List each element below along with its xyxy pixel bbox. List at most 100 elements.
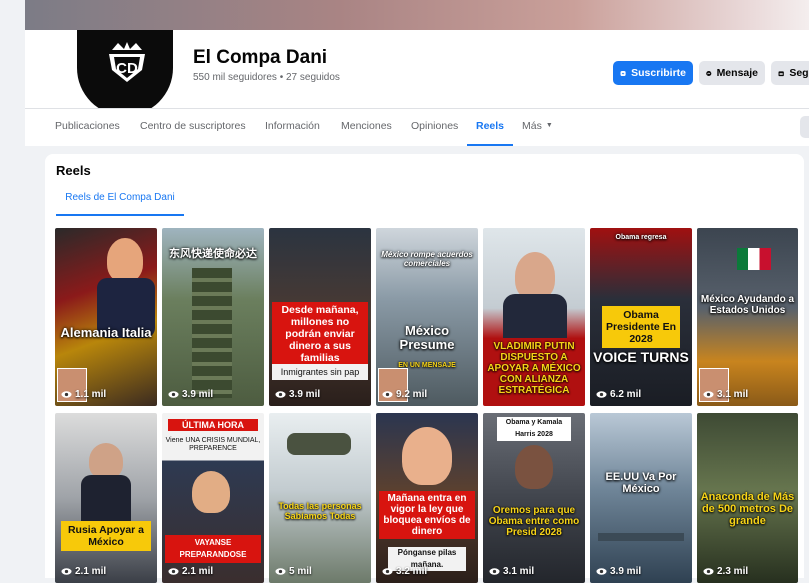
person-thumbnail (89, 443, 123, 479)
eye-icon (382, 391, 393, 398)
more-options-button[interactable]: ··· (800, 116, 809, 138)
reel-card[interactable]: ÚLTIMA HORA Viene UNA CRISIS MUNDIAL, PR… (162, 413, 264, 583)
person-thumbnail (515, 445, 553, 489)
eye-icon (168, 568, 179, 575)
reel-card[interactable]: Anaconda de Más de 500 metros De grande … (697, 413, 798, 583)
reels-grid: Alemania Italia 1.1 mil 东风快递使命必达 3.9 mil… (55, 228, 803, 583)
eye-icon (61, 568, 72, 575)
tab-menciones[interactable]: Menciones (341, 109, 392, 146)
reel-views-count: 5 mil (289, 566, 312, 577)
profile-name: El Compa Dani (193, 47, 328, 68)
suit-thumbnail (503, 294, 567, 338)
reel-caption: Todas las personas Sabíamos Todas (278, 501, 362, 521)
tab-reels[interactable]: Reels (467, 109, 513, 146)
eye-icon (275, 568, 286, 575)
reel-caption: ÚLTIMA HORA (168, 419, 258, 431)
reel-header: Viene UNA CRISIS MUNDIAL, PREPARENCE (165, 437, 261, 452)
tab-informacion[interactable]: Información (265, 109, 320, 146)
tab-publicaciones[interactable]: Publicaciones (55, 109, 120, 146)
mexico-flag-icon (737, 248, 771, 270)
tab-opiniones[interactable]: Opiniones (411, 109, 458, 146)
reel-card[interactable]: Rusia Apoyar a México 2.1 mil (55, 413, 157, 583)
eye-icon (703, 568, 714, 575)
reel-views-count: 2.3 mil (717, 566, 749, 577)
reel-views-count: 3.9 mil (289, 389, 321, 400)
tab-centro-suscriptores[interactable]: Centro de suscriptores (140, 109, 246, 146)
reel-views-count: 3.1 mil (503, 566, 535, 577)
reel-header: Obama y Kamala Harris 2028 (497, 417, 571, 441)
message-label: Mensaje (716, 67, 758, 79)
cover-photo (25, 0, 809, 30)
eye-icon (168, 391, 179, 398)
reel-views: 2.3 mil (703, 566, 748, 577)
message-button[interactable]: Mensaje (699, 61, 765, 85)
reel-card[interactable]: Alemania Italia 1.1 mil (55, 228, 157, 406)
reel-views-count: 2.1 mil (182, 566, 214, 577)
follow-label: Seguir (789, 67, 809, 79)
reel-card[interactable]: Todas las personas Sabíamos Todas 5 mil (269, 413, 371, 583)
reel-card[interactable]: Obama y Kamala Harris 2028 Oremos para q… (483, 413, 585, 583)
reel-caption: VLADIMIR PUTIN DISPUESTO A APOYAR A MÉXI… (487, 341, 581, 396)
person-thumbnail (515, 252, 555, 300)
reel-views-count: 3.2 mil (396, 566, 428, 577)
reel-views-count: 9.2 mil (396, 389, 428, 400)
reel-subcaption: VOICE TURNS (593, 349, 689, 365)
reel-card[interactable]: México Ayudando a Estados Unidos 3.1 mil (697, 228, 798, 406)
reel-views-count: 3.1 mil (717, 389, 749, 400)
reel-views: 6.2 mil (596, 389, 641, 400)
profile-stats: 550 mil seguidores • 27 seguidos (193, 72, 340, 83)
reel-views: 3.9 mil (596, 566, 641, 577)
person-thumbnail (402, 427, 452, 485)
reel-caption: Mañana entra en vigor la ley que bloquea… (379, 491, 475, 539)
profile-header: CD El Compa Dani 550 mil seguidores • 27… (25, 30, 809, 120)
tab-mas[interactable]: Más ▼ (522, 109, 553, 146)
reel-views: 3.2 mil (382, 566, 427, 577)
reel-views: 5 mil (275, 566, 312, 577)
reel-caption: Obama Presidente En 2028 (602, 306, 680, 348)
tab-mas-label: Más (522, 120, 542, 132)
reel-card[interactable]: Desde mañana, millones no podrán enviar … (269, 228, 371, 406)
reel-views: 3.9 mil (168, 389, 213, 400)
reel-caption: Rusia Apoyar a México (61, 521, 151, 551)
crown-logo-icon: CD (109, 42, 145, 82)
reel-caption: Desde mañana, millones no podrán enviar … (272, 302, 368, 366)
helicopter-thumbnail (287, 433, 351, 455)
reel-card[interactable]: VLADIMIR PUTIN DISPUESTO A APOYAR A MÉXI… (483, 228, 585, 406)
reel-views-count: 3.9 mil (182, 389, 214, 400)
reel-caption: México Presume (399, 323, 455, 352)
reel-subcaption: VAYANSE PREPARANDOSE (165, 535, 261, 563)
reel-header: Obama regresa (615, 234, 667, 241)
eye-icon (703, 391, 714, 398)
reels-section: Reels Reels de El Compa Dani Alemania It… (45, 154, 804, 583)
reel-caption: Alemania Italia (60, 325, 152, 340)
reel-views: 2.1 mil (61, 566, 106, 577)
reel-views: 3.1 mil (489, 566, 534, 577)
reel-header: México rompe acuerdos comerciales (381, 250, 473, 268)
person-thumbnail (107, 238, 143, 282)
convoy-thumbnail (192, 268, 232, 398)
profile-tabs: Publicaciones Centro de suscriptores Inf… (25, 108, 809, 146)
reels-subtab[interactable]: Reels de El Compa Dani (56, 186, 184, 216)
reel-card[interactable]: México rompe acuerdos comerciales México… (376, 228, 478, 406)
reel-caption: 东风快递使命必达 (169, 248, 257, 260)
reels-title: Reels (56, 163, 91, 178)
reel-views: 9.2 mil (382, 389, 427, 400)
reel-card[interactable]: EE.UU Va Por México 3.9 mil (590, 413, 692, 583)
reel-card[interactable]: Mañana entra en vigor la ley que bloquea… (376, 413, 478, 583)
subscribe-button[interactable]: Suscribirte (613, 61, 693, 85)
reel-views-count: 2.1 mil (75, 566, 107, 577)
reel-views: 1.1 mil (61, 389, 106, 400)
avatar[interactable]: CD (73, 30, 177, 120)
follow-button[interactable]: Seguir (771, 61, 809, 85)
subscribe-icon (620, 70, 626, 76)
subscribe-label: Suscribirte (631, 67, 686, 79)
reel-card[interactable]: Obama regresa Obama Presidente En 2028 V… (590, 228, 692, 406)
person-thumbnail (192, 471, 230, 513)
reel-caption: Anaconda de Más de 500 metros De grande (700, 491, 795, 527)
reel-caption: México Ayudando a Estados Unidos (700, 294, 795, 316)
eye-icon (596, 391, 607, 398)
messenger-icon (706, 70, 712, 76)
eye-icon (61, 391, 72, 398)
reel-views: 2.1 mil (168, 566, 213, 577)
reel-card[interactable]: 东风快递使命必达 3.9 mil (162, 228, 264, 406)
